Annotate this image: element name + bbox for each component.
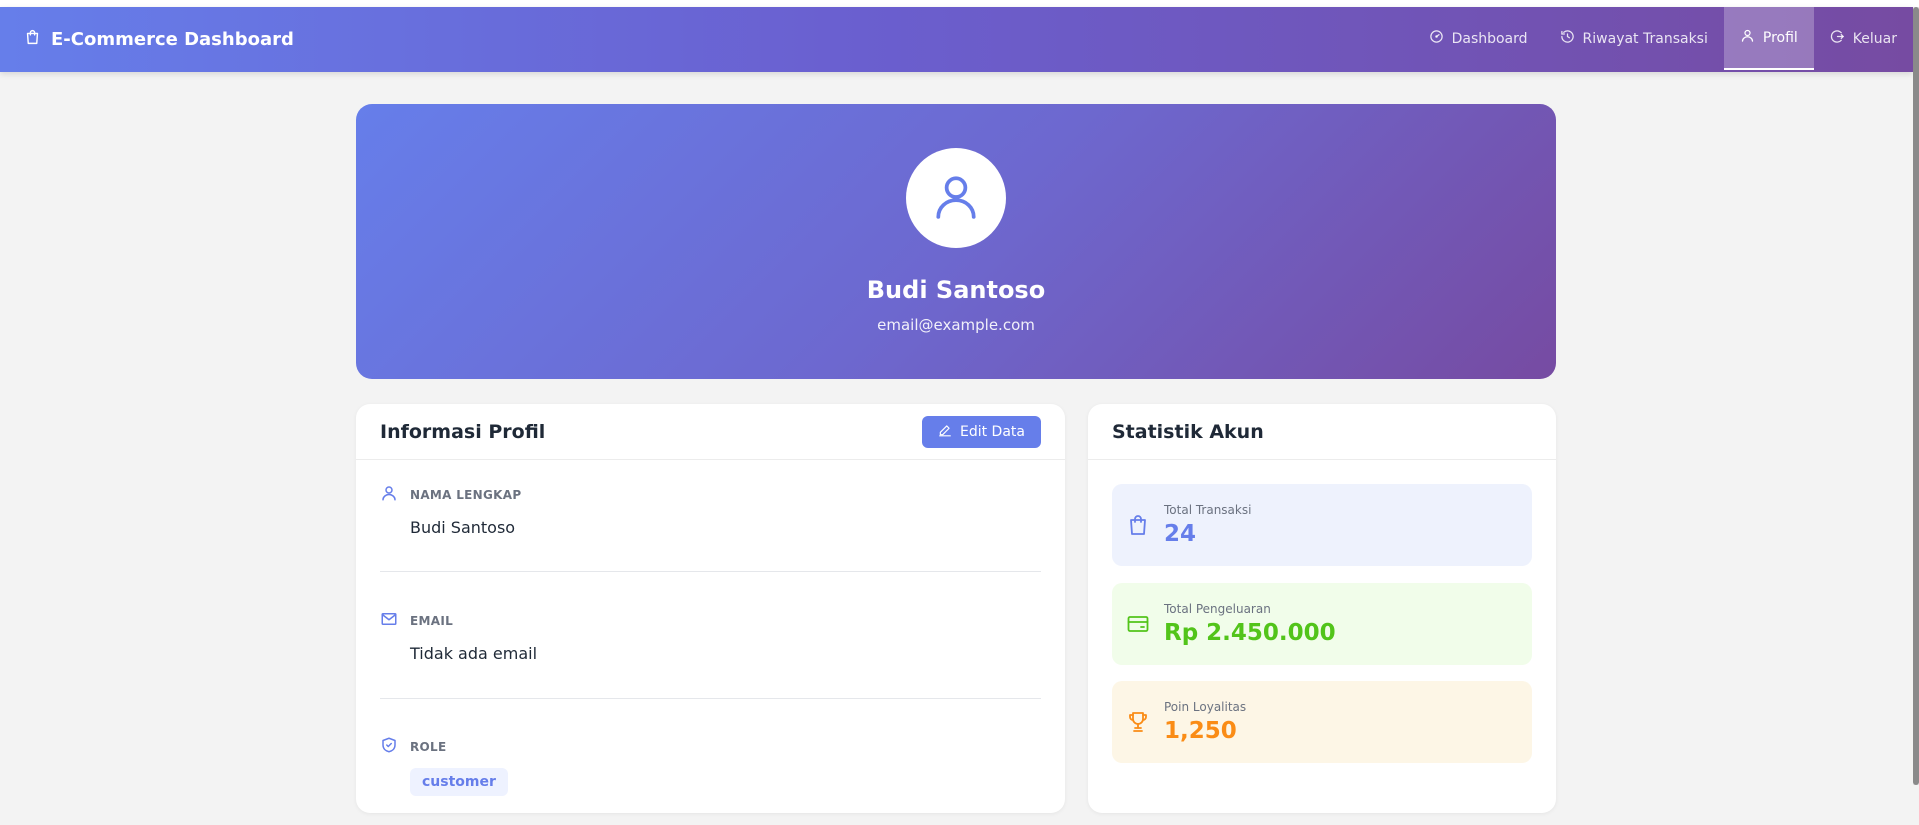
field-value: Tidak ada email xyxy=(410,644,538,663)
shopping-bag-icon xyxy=(1112,513,1164,537)
card-title: Statistik Akun xyxy=(1112,420,1264,443)
stat-total-pengeluaran: Total Pengeluaran Rp 2.450.000 xyxy=(1112,583,1532,665)
field-value: Budi Santoso xyxy=(410,518,516,537)
card-header: Informasi Profil Edit Data xyxy=(356,404,1065,460)
stat-total-transaksi: Total Transaksi 24 xyxy=(1112,484,1532,566)
field-label: NAMA LENGKAP xyxy=(410,488,522,502)
top-strip xyxy=(0,0,1919,7)
field-email: EMAIL Tidak ada email xyxy=(380,610,1041,663)
divider xyxy=(380,571,1041,572)
stat-value: Rp 2.450.000 xyxy=(1164,620,1336,646)
nav-item-riwayat-transaksi[interactable]: Riwayat Transaksi xyxy=(1544,7,1724,70)
user-icon xyxy=(380,484,398,506)
nav-item-label: Profil xyxy=(1762,29,1798,46)
user-icon xyxy=(1740,28,1755,47)
avatar xyxy=(906,148,1006,248)
vertical-scrollbar[interactable] xyxy=(1913,7,1919,785)
account-stats-card: Statistik Akun Total Transaksi 24 Total … xyxy=(1088,404,1556,813)
profile-email: email@example.com xyxy=(877,316,1035,334)
stat-poin-loyalitas: Poin Loyalitas 1,250 xyxy=(1112,681,1532,763)
card-title: Informasi Profil xyxy=(380,420,546,443)
role-badge: customer xyxy=(410,768,508,796)
field-label: ROLE xyxy=(410,740,447,754)
stat-label: Total Pengeluaran xyxy=(1164,602,1271,616)
history-icon xyxy=(1560,29,1575,48)
nav-item-label: Riwayat Transaksi xyxy=(1582,30,1708,47)
edit-data-label: Edit Data xyxy=(960,423,1025,440)
stat-label: Total Transaksi xyxy=(1164,503,1252,517)
field-role: ROLE customer xyxy=(380,736,1041,796)
field-nama-lengkap: NAMA LENGKAP Budi Santoso xyxy=(380,484,1041,537)
trophy-icon xyxy=(1112,709,1164,735)
stat-value: 1,250 xyxy=(1164,718,1237,744)
profile-hero: Budi Santoso email@example.com xyxy=(356,104,1556,379)
divider xyxy=(380,698,1041,699)
card-header: Statistik Akun xyxy=(1088,404,1556,460)
nav-item-label: Dashboard xyxy=(1451,30,1528,47)
stat-label: Poin Loyalitas xyxy=(1164,700,1247,714)
navbar: E-Commerce Dashboard Dashboard Riwayat T… xyxy=(0,7,1913,72)
field-label: EMAIL xyxy=(410,614,454,628)
shopping-bag-icon xyxy=(24,28,41,51)
pencil-icon xyxy=(938,423,952,441)
logout-icon xyxy=(1830,29,1845,48)
brand[interactable]: E-Commerce Dashboard xyxy=(24,7,294,72)
gauge-icon xyxy=(1429,29,1444,48)
profile-name: Budi Santoso xyxy=(866,276,1046,304)
mail-icon xyxy=(380,610,398,632)
credit-card-icon xyxy=(1112,612,1164,636)
user-icon xyxy=(931,169,981,227)
stat-value: 24 xyxy=(1164,521,1197,547)
nav-item-label: Keluar xyxy=(1852,30,1897,47)
shield-check-icon xyxy=(380,736,398,758)
nav-item-profil[interactable]: Profil xyxy=(1723,7,1814,70)
edit-data-button[interactable]: Edit Data xyxy=(922,415,1041,448)
nav-menu: Dashboard Riwayat Transaksi Profil Kelua… xyxy=(1413,7,1913,72)
nav-item-dashboard[interactable]: Dashboard xyxy=(1413,7,1544,70)
profile-info-card: Informasi Profil Edit Data NAMA LENGKAP … xyxy=(356,404,1065,813)
brand-title: E-Commerce Dashboard xyxy=(51,29,294,50)
nav-item-keluar[interactable]: Keluar xyxy=(1814,7,1913,70)
scrollbar-thumb[interactable] xyxy=(1913,7,1919,785)
